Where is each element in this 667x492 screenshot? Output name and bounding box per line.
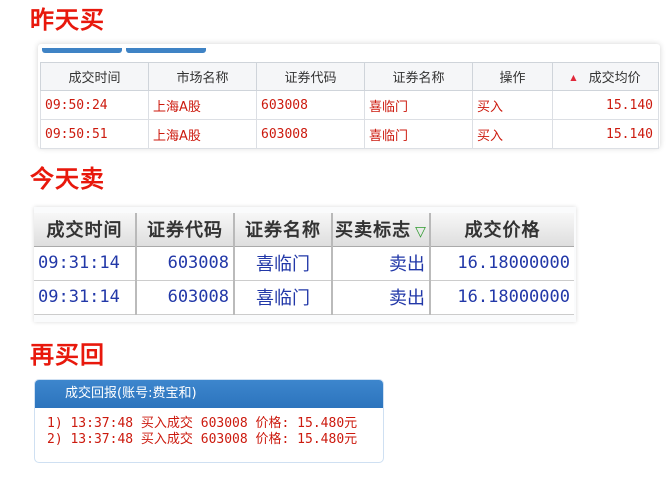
table-header-row: 成交时间 证券代码 证券名称 买卖标志 ▽ 成交价格 bbox=[34, 213, 574, 247]
tab-indicator-1[interactable] bbox=[42, 48, 122, 53]
fill-report-panel: 成交回报(账号:费宝和) 1) 13:37:48 买入成交 603008 价格:… bbox=[34, 379, 384, 463]
cell-time: 09:50:24 bbox=[40, 90, 149, 120]
cell-side: 卖出 bbox=[332, 246, 431, 281]
cell-action: 买入 bbox=[472, 119, 553, 149]
heading-today-sell: 今天卖 bbox=[30, 165, 105, 193]
heading-buy-back: 再买回 bbox=[30, 341, 105, 369]
triangle-down-icon[interactable]: ▽ bbox=[415, 224, 427, 240]
cell-avg-price: 15.140 bbox=[552, 119, 659, 149]
cell-side: 卖出 bbox=[332, 280, 431, 315]
cell-name: 喜临门 bbox=[234, 280, 333, 315]
table-row[interactable]: 09:31:14 603008 喜临门 卖出 16.18000000 bbox=[34, 246, 574, 281]
yesterday-trades-panel: 成交时间 市场名称 证券代码 证券名称 操作 ▲ 成交均价 09:50:24 上海… bbox=[38, 44, 660, 149]
col-header-name[interactable]: 证券名称 bbox=[364, 62, 473, 91]
cell-price: 16.18000000 bbox=[430, 280, 574, 315]
cell-market: 上海A股 bbox=[148, 119, 257, 149]
yesterday-trades-table: 成交时间 市场名称 证券代码 证券名称 操作 ▲ 成交均价 09:50:24 上海… bbox=[40, 62, 659, 149]
col-header-market[interactable]: 市场名称 bbox=[148, 62, 257, 91]
fill-report-body: 1) 13:37:48 买入成交 603008 价格: 15.480元 2) 1… bbox=[35, 408, 383, 448]
col-header-code[interactable]: 证券代码 bbox=[136, 213, 235, 247]
col-header-time[interactable]: 成交时间 bbox=[34, 213, 137, 247]
col-header-action[interactable]: 操作 bbox=[472, 62, 553, 91]
cell-time: 09:31:14 bbox=[34, 246, 137, 281]
cell-code: 603008 bbox=[136, 280, 235, 315]
cell-time: 09:31:14 bbox=[34, 280, 137, 315]
cell-action: 买入 bbox=[472, 90, 553, 120]
cell-code: 603008 bbox=[256, 90, 365, 120]
fill-report-title: 成交回报(账号:费宝和) bbox=[35, 380, 383, 408]
cell-name: 喜临门 bbox=[364, 90, 473, 120]
fill-report-line: 1) 13:37:48 买入成交 603008 价格: 15.480元 bbox=[47, 416, 358, 431]
cell-avg-price: 15.140 bbox=[552, 90, 659, 120]
col-header-avg-price[interactable]: ▲ 成交均价 bbox=[552, 62, 659, 91]
table-row[interactable]: 09:50:24 上海A股 603008 喜临门 买入 15.140 bbox=[40, 90, 659, 120]
col-header-price[interactable]: 成交价格 bbox=[430, 213, 574, 247]
cell-name: 喜临门 bbox=[234, 246, 333, 281]
table-row[interactable]: 09:50:51 上海A股 603008 喜临门 买入 15.140 bbox=[40, 119, 659, 149]
cell-market: 上海A股 bbox=[148, 90, 257, 120]
col-header-code[interactable]: 证券代码 bbox=[256, 62, 365, 91]
heading-yesterday-buy: 昨天买 bbox=[30, 6, 105, 34]
today-trades-panel: 成交时间 证券代码 证券名称 买卖标志 ▽ 成交价格 09:31:14 60300… bbox=[34, 207, 576, 322]
col-header-time[interactable]: 成交时间 bbox=[40, 62, 149, 91]
table-header-row: 成交时间 市场名称 证券代码 证券名称 操作 ▲ 成交均价 bbox=[40, 62, 659, 91]
tab-indicator-2[interactable] bbox=[126, 48, 206, 53]
cell-price: 16.18000000 bbox=[430, 246, 574, 281]
col-header-side-label: 买卖标志 bbox=[335, 220, 412, 242]
cell-time: 09:50:51 bbox=[40, 119, 149, 149]
triangle-up-icon[interactable]: ▲ bbox=[570, 73, 576, 82]
cell-name: 喜临门 bbox=[364, 119, 473, 149]
table-row[interactable]: 09:31:14 603008 喜临门 卖出 16.18000000 bbox=[34, 280, 574, 315]
fill-report-line: 2) 13:37:48 买入成交 603008 价格: 15.480元 bbox=[47, 432, 358, 447]
today-trades-table: 成交时间 证券代码 证券名称 买卖标志 ▽ 成交价格 09:31:14 60300… bbox=[34, 213, 574, 315]
cell-code: 603008 bbox=[136, 246, 235, 281]
col-header-name[interactable]: 证券名称 bbox=[234, 213, 333, 247]
cell-code: 603008 bbox=[256, 119, 365, 149]
col-header-avg-price-label: 成交均价 bbox=[588, 71, 641, 86]
col-header-side[interactable]: 买卖标志 ▽ bbox=[332, 213, 431, 247]
